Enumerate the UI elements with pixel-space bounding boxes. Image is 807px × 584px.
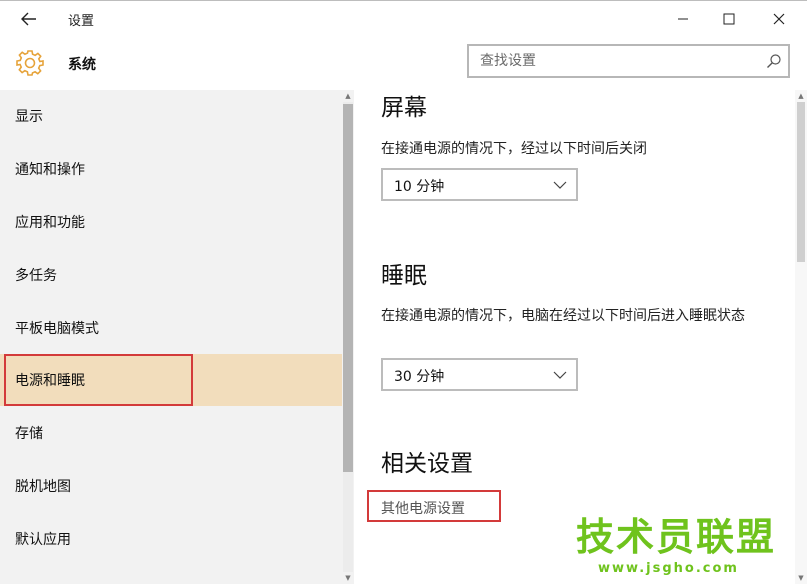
scroll-up-arrow-icon[interactable]: ▲	[342, 90, 354, 102]
scroll-down-arrow-icon[interactable]: ▼	[342, 572, 354, 584]
content-scrollbar[interactable]: ▲ ▼	[795, 90, 807, 584]
screen-timeout-dropdown[interactable]: 10 分钟	[381, 168, 578, 201]
sidebar-item-label: 存储	[15, 426, 43, 442]
sidebar-item-label: 脱机地图	[15, 479, 71, 495]
sidebar-item-label: 默认应用	[15, 532, 71, 548]
sidebar-item-multitasking[interactable]: 多任务	[0, 249, 342, 301]
dropdown-value: 30 分钟	[394, 369, 445, 385]
dropdown-value: 10 分钟	[394, 179, 445, 195]
page-title: 系统	[68, 57, 96, 73]
sidebar-item-default-apps[interactable]: 默认应用	[0, 513, 342, 565]
scroll-up-arrow-icon[interactable]: ▲	[795, 90, 807, 102]
title-bar: 设置	[0, 0, 807, 36]
scrollbar-thumb[interactable]	[343, 104, 353, 472]
settings-header: 系统	[0, 36, 807, 90]
search-input[interactable]	[469, 46, 759, 76]
back-button[interactable]	[14, 5, 44, 33]
maximize-icon	[723, 13, 735, 25]
minimize-icon	[678, 18, 688, 20]
sleep-section-title: 睡眠	[381, 263, 427, 289]
sidebar-item-label: 通知和操作	[15, 162, 85, 178]
search-icon[interactable]	[766, 53, 782, 69]
sleep-timeout-dropdown[interactable]: 30 分钟	[381, 358, 578, 391]
sidebar-item-label: 多任务	[15, 268, 57, 284]
sidebar-item-notifications[interactable]: 通知和操作	[0, 143, 342, 195]
sidebar-item-display[interactable]: 显示	[0, 90, 342, 142]
sidebar-item-offline-maps[interactable]: 脱机地图	[0, 460, 342, 512]
window-title: 设置	[68, 14, 95, 29]
sidebar-item-label: 显示	[15, 109, 43, 125]
minimize-button[interactable]	[660, 3, 706, 35]
sidebar: 显示 通知和操作 应用和功能 多任务 平板电脑模式 电源和睡眠 存储 脱机地图 …	[0, 90, 342, 584]
close-button[interactable]	[756, 3, 802, 35]
maximize-button[interactable]	[706, 3, 752, 35]
sleep-description: 在接通电源的情况下，电脑在经过以下时间后进入睡眠状态	[381, 308, 745, 324]
sidebar-scrollbar[interactable]: ▲ ▼	[342, 90, 354, 584]
link-highlight-box	[367, 490, 501, 522]
sidebar-item-label: 应用和功能	[15, 215, 85, 231]
watermark: 技术员联盟 www.jsgho.com	[576, 515, 774, 581]
scrollbar-thumb[interactable]	[797, 102, 805, 262]
sidebar-item-label: 平板电脑模式	[15, 321, 99, 337]
selection-highlight-box	[4, 354, 193, 406]
search-box[interactable]	[467, 44, 790, 78]
back-arrow-icon	[21, 12, 36, 26]
gear-icon	[16, 50, 44, 76]
chevron-down-icon	[553, 371, 567, 379]
sidebar-item-tablet-mode[interactable]: 平板电脑模式	[0, 302, 342, 354]
sidebar-item-apps[interactable]: 应用和功能	[0, 196, 342, 248]
close-icon	[773, 13, 785, 25]
watermark-title: 技术员联盟	[576, 515, 777, 559]
screen-description: 在接通电源的情况下，经过以下时间后关闭	[381, 141, 647, 157]
scroll-down-arrow-icon[interactable]: ▼	[795, 572, 807, 584]
watermark-url: www.jsgho.com	[598, 561, 739, 576]
chevron-down-icon	[553, 181, 567, 189]
sidebar-item-storage[interactable]: 存储	[0, 407, 342, 459]
related-settings-title: 相关设置	[381, 451, 473, 477]
screen-section-title: 屏幕	[381, 95, 427, 121]
